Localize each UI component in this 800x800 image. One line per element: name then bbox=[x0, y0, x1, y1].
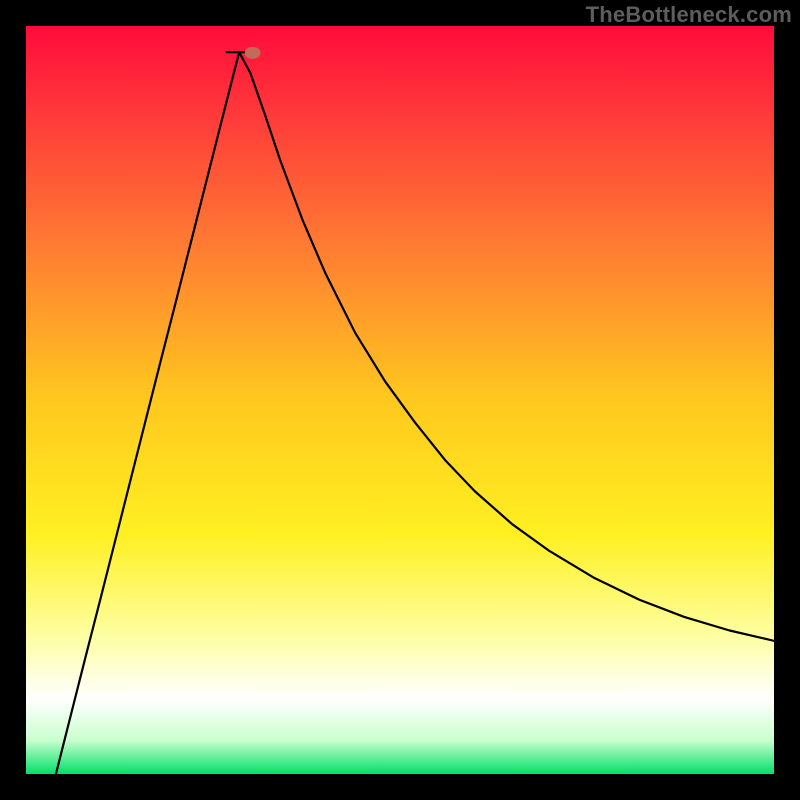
chart-frame: TheBottleneck.com bbox=[0, 0, 800, 800]
chart-svg bbox=[26, 26, 774, 774]
watermark-text: TheBottleneck.com bbox=[586, 2, 792, 28]
plot-area bbox=[26, 26, 774, 774]
bottleneck-marker bbox=[245, 47, 261, 59]
